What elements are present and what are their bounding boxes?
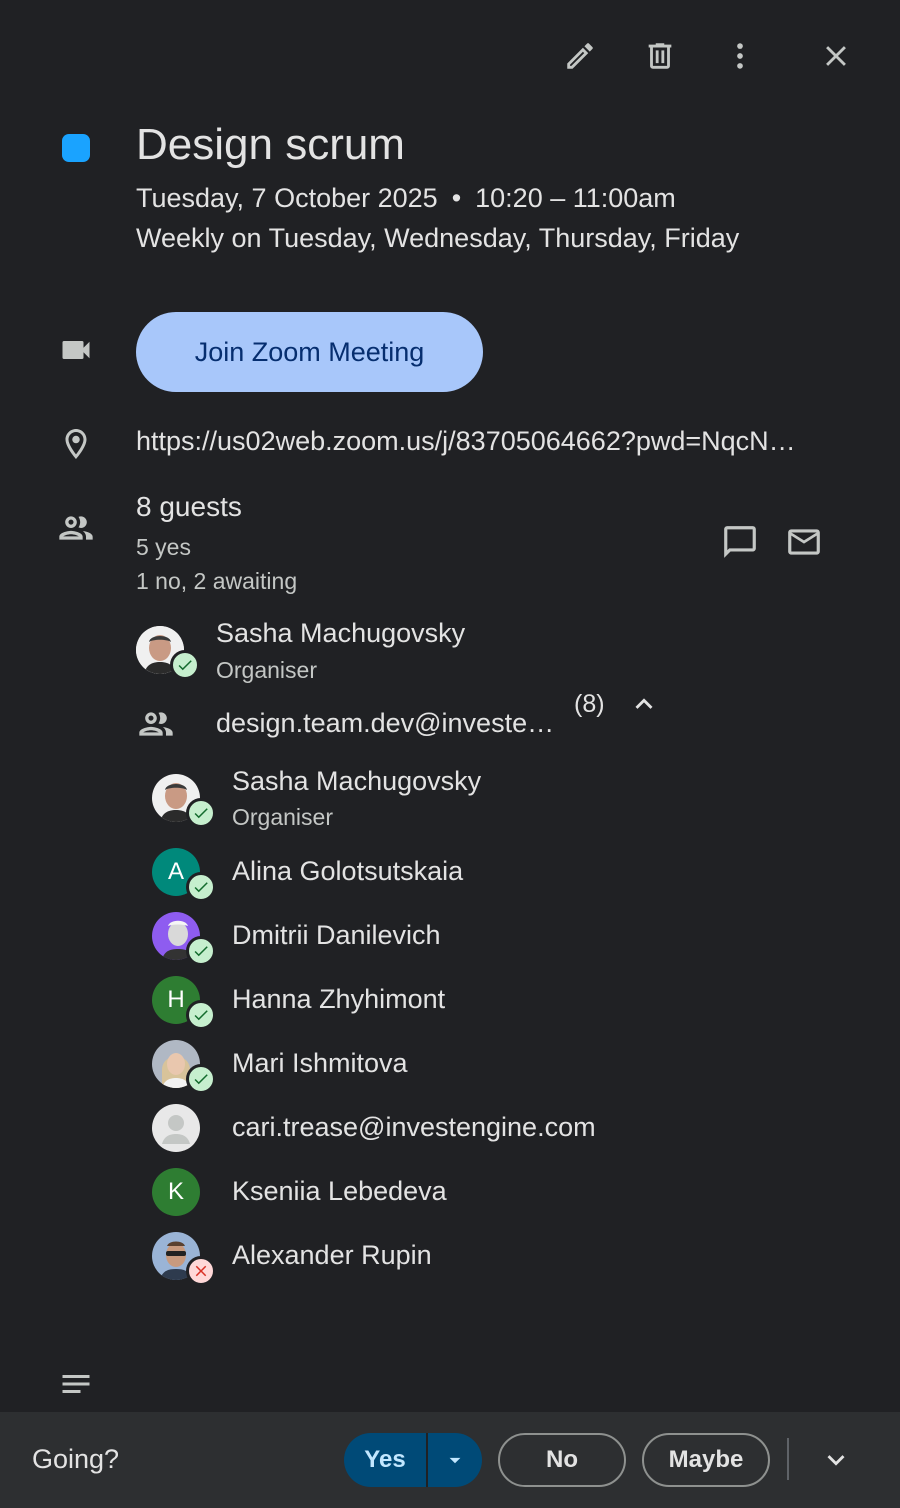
accepted-status-icon [186, 872, 216, 902]
avatar[interactable] [152, 1104, 200, 1152]
more-options-button[interactable] [716, 32, 764, 80]
guest-name: Mari Ishmitova [232, 1048, 408, 1078]
chat-button[interactable] [716, 518, 764, 566]
rsvp-maybe-button[interactable]: Maybe [642, 1433, 770, 1487]
guest-name: Alexander Rupin [232, 1240, 432, 1270]
guest-role: Organiser [232, 804, 333, 830]
chevron-up-icon [635, 698, 653, 709]
avatar[interactable] [152, 774, 216, 828]
delete-button[interactable] [636, 32, 684, 80]
event-recurrence: Weekly on Tuesday, Wednesday, Thursday, … [136, 223, 740, 253]
rsvp-yes-button[interactable]: Yes [344, 1433, 428, 1487]
delete-icon [648, 43, 672, 69]
rsvp-no-button[interactable]: No [498, 1433, 626, 1487]
rsvp-options-button[interactable] [428, 1433, 482, 1487]
guest-name: Kseniia Lebedeva [232, 1176, 447, 1206]
accepted-status-icon [186, 1000, 216, 1030]
dropdown-icon [449, 1457, 461, 1464]
collapse-group-button[interactable] [620, 680, 668, 728]
avatar[interactable] [136, 626, 200, 680]
organiser-name: Sasha Machugovsky [216, 618, 466, 648]
avatar[interactable]: K [152, 1168, 200, 1216]
event-date: Tuesday, 7 October 2025 [136, 183, 438, 213]
accepted-status-icon [170, 650, 200, 680]
guest-name: Dmitrii Danilevich [232, 920, 441, 950]
guest-name: Sasha Machugovsky [232, 766, 482, 796]
join-zoom-button[interactable]: Join Zoom Meeting [136, 312, 483, 392]
organiser-role: Organiser [216, 657, 317, 683]
event-time: 10:20 – 11:00am [475, 183, 676, 213]
edit-icon [567, 43, 593, 69]
group-email[interactable]: design.team.dev@investe… [216, 708, 561, 739]
accepted-status-icon [186, 798, 216, 828]
guests-yes: 5 yes [136, 534, 191, 560]
avatar-face: K [152, 1168, 200, 1216]
close-icon [826, 46, 846, 66]
guests-count: 8 guests [136, 491, 242, 522]
event-title: Design scrum [136, 120, 405, 169]
declined-status-icon [186, 1256, 216, 1286]
chevron-down-icon [827, 1455, 845, 1466]
mail-icon [788, 529, 820, 555]
more-vert-icon [737, 43, 743, 69]
location-icon [52, 420, 100, 468]
close-button[interactable] [812, 32, 860, 80]
rsvp-prompt: Going? [32, 1444, 120, 1474]
avatar[interactable]: A [152, 848, 216, 902]
avatar[interactable] [152, 1040, 216, 1094]
accepted-status-icon [186, 1064, 216, 1094]
group-people-icon [132, 700, 180, 748]
divider [787, 1438, 789, 1480]
event-color-swatch [62, 134, 90, 162]
avatar[interactable] [152, 1232, 216, 1286]
avatar-face [152, 1104, 200, 1152]
location-link[interactable]: https://us02web.zoom.us/j/83705064662?pw… [136, 426, 836, 457]
separator-dot: • [451, 183, 462, 213]
chat-icon [724, 526, 756, 558]
guest-name: cari.trease@investengine.com [232, 1112, 596, 1142]
avatar[interactable]: H [152, 976, 216, 1030]
rsvp-yes-group: Yes [344, 1433, 482, 1487]
accepted-status-icon [186, 936, 216, 966]
guest-name: Hanna Zhyhimont [232, 984, 446, 1014]
video-icon [52, 326, 100, 374]
edit-button[interactable] [556, 32, 604, 80]
people-icon [52, 504, 100, 552]
expand-footer-button[interactable] [812, 1436, 860, 1484]
avatar[interactable] [152, 912, 216, 966]
group-count: (8) [574, 690, 605, 718]
email-guests-button[interactable] [780, 518, 828, 566]
guests-other: 1 no, 2 awaiting [136, 568, 298, 594]
guest-name: Alina Golotsutskaia [232, 856, 464, 886]
event-datetime: Tuesday, 7 October 2025 • 10:20 – 11:00am [136, 183, 676, 214]
notes-icon [52, 1360, 100, 1408]
